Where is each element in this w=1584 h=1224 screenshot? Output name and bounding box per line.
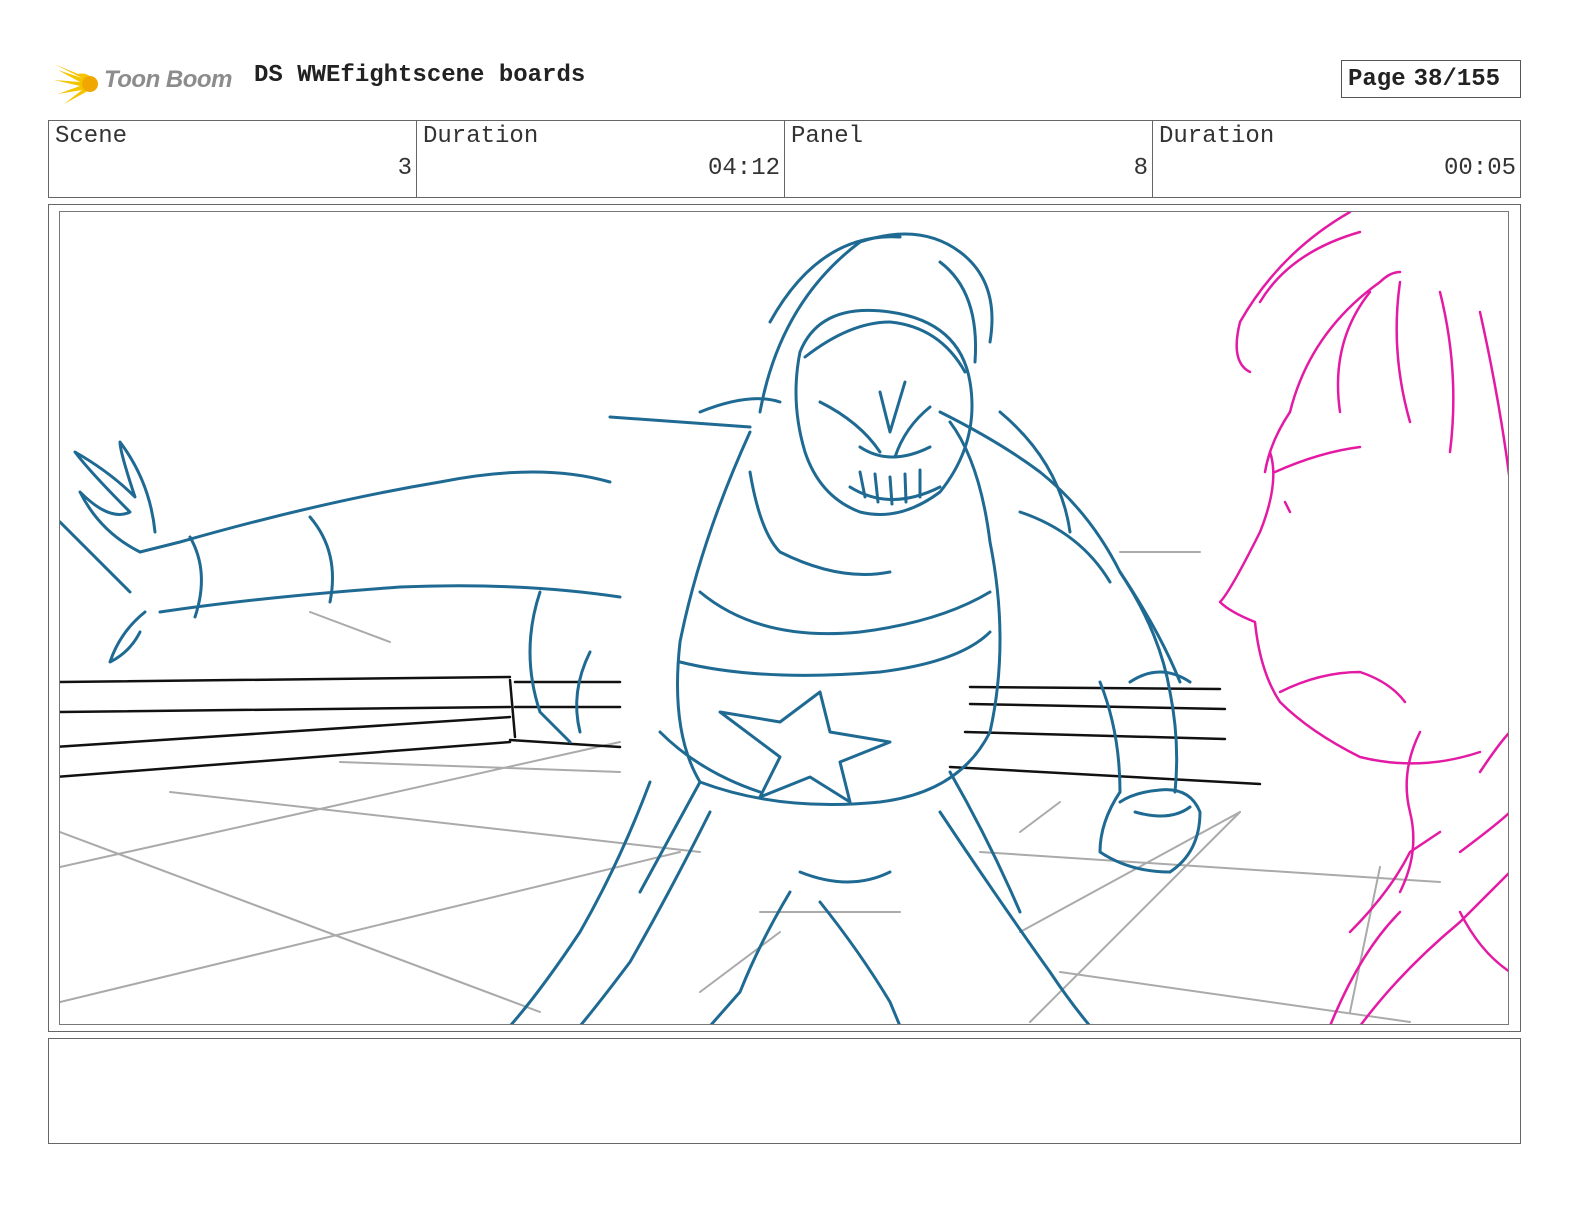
logo-text: Toon Boom [104, 66, 232, 93]
panel-duration-cell: Duration 00:05 [1153, 121, 1520, 197]
panel-notes-box [48, 1038, 1521, 1144]
toon-boom-logo: Toon Boom [52, 56, 242, 106]
scene-duration-cell: Duration 04:12 [417, 121, 785, 197]
scene-info-table: Scene 3 Duration 04:12 Panel 8 Duration … [48, 120, 1521, 198]
page-value: 38/155 [1413, 65, 1501, 93]
scene-duration-label: Duration [423, 123, 539, 150]
scene-cell: Scene 3 [49, 121, 417, 197]
scene-duration-value: 04:12 [707, 155, 780, 182]
panel-value: 8 [1133, 155, 1148, 182]
foreground-character-sketch [1218, 212, 1508, 1024]
page-indicator: Page 38/155 [1341, 60, 1521, 98]
panel-cell: Panel 8 [785, 121, 1153, 197]
panel-label: Panel [791, 123, 864, 150]
storyboard-panel-image [59, 211, 1509, 1025]
page-header: Toon Boom DS WWEfightscene boards Page 3… [48, 52, 1521, 106]
panel-duration-value: 00:05 [1443, 155, 1516, 182]
scene-value: 3 [397, 155, 412, 182]
panel-duration-label: Duration [1159, 123, 1275, 150]
wrestler-sketch [60, 232, 1202, 1024]
page-label: Page [1348, 65, 1406, 93]
scene-label: Scene [55, 123, 128, 150]
document-title: DS WWEfightscene boards [254, 62, 586, 89]
storyboard-sketch [60, 212, 1508, 1024]
toon-boom-logo-icon [54, 64, 98, 104]
